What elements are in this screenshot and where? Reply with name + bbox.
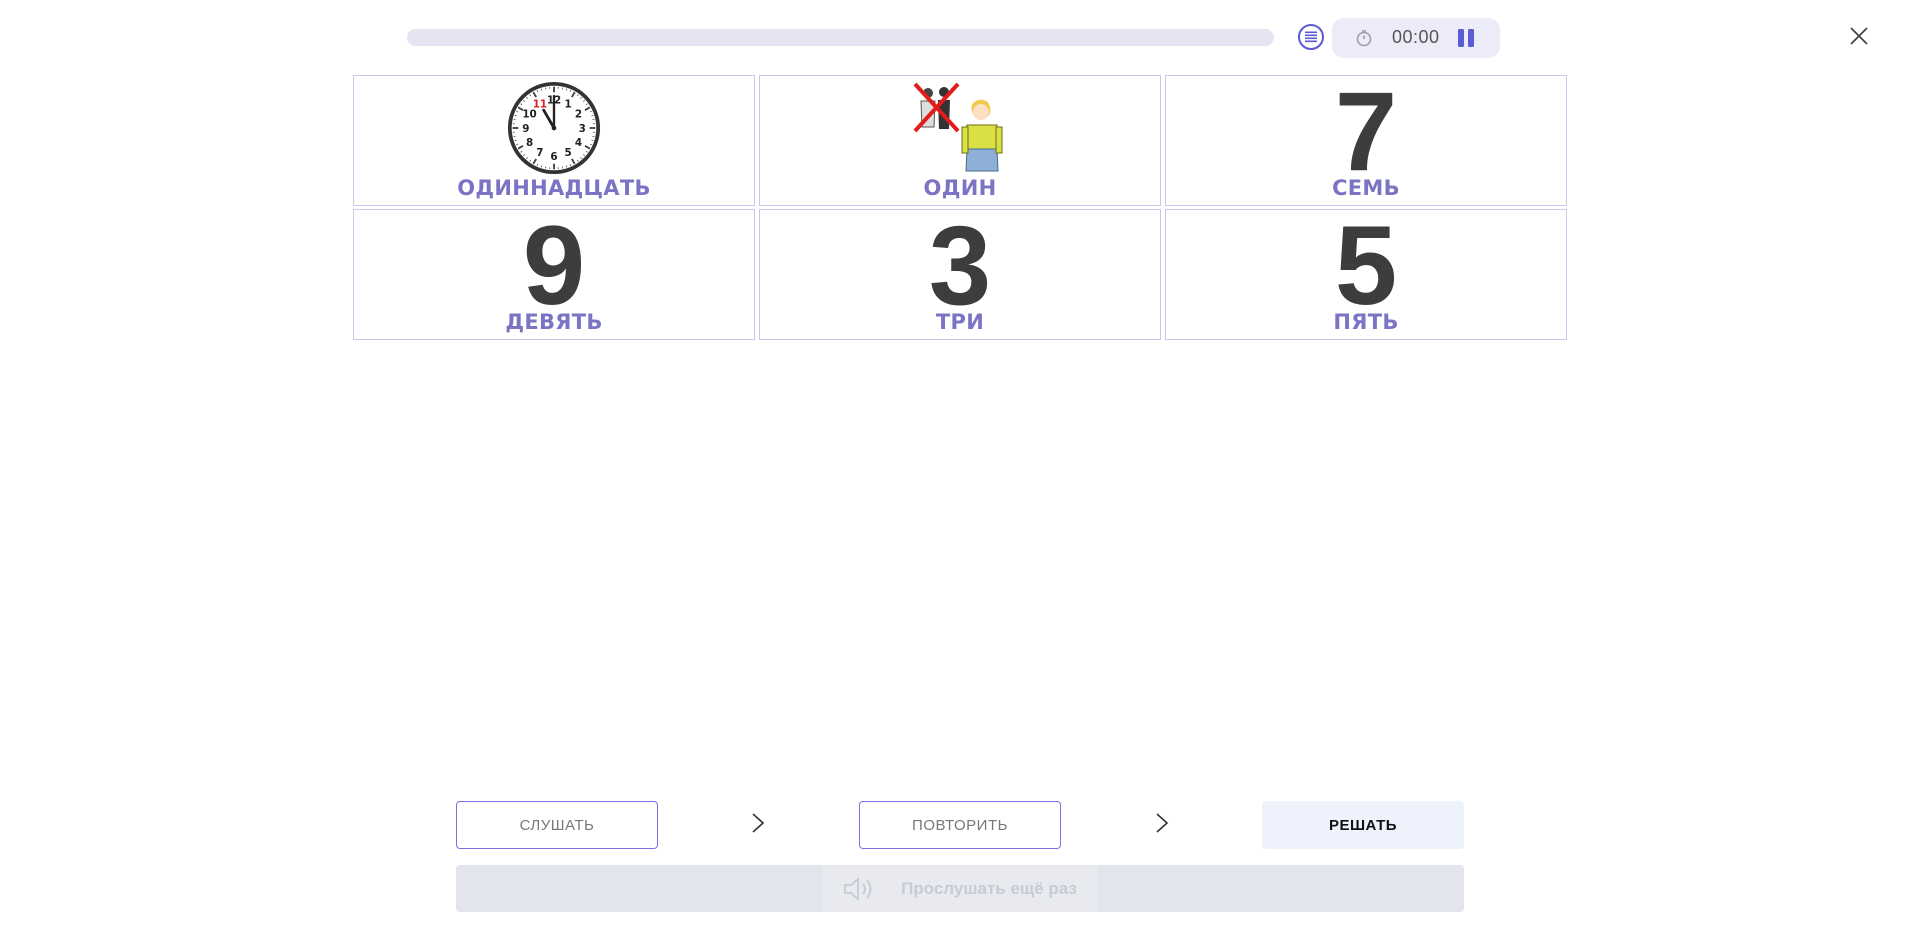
- card-label: ОДИННАДЦАТЬ: [457, 176, 651, 200]
- one-person-icon: [913, 82, 1003, 172]
- answer-card-5[interactable]: 3 ТРИ: [759, 209, 1161, 340]
- listen-again-button[interactable]: Прослушать ещё раз: [456, 865, 1464, 912]
- pause-icon-bar: [1468, 29, 1474, 47]
- list-icon: [1305, 31, 1317, 43]
- card-label: СЕМЬ: [1332, 176, 1400, 200]
- clock-number: 11: [533, 98, 547, 110]
- answer-card-3[interactable]: 7 СЕМЬ: [1165, 75, 1567, 206]
- clock-number: 10: [522, 109, 536, 121]
- card-label: ДЕВЯТЬ: [505, 310, 603, 334]
- stopwatch-icon: [1356, 30, 1372, 47]
- progress-bar: [407, 29, 1274, 46]
- listen-button[interactable]: СЛУШАТЬ: [456, 801, 658, 849]
- card-label: ТРИ: [935, 310, 985, 334]
- card-label: ОДИН: [923, 176, 997, 200]
- repeat-button[interactable]: ПОВТОРИТЬ: [859, 801, 1061, 849]
- card-visual: 9: [354, 210, 754, 322]
- clock-number: 8: [526, 137, 533, 149]
- clock-number: 3: [579, 123, 586, 135]
- answer-card-6[interactable]: 5 ПЯТЬ: [1165, 209, 1567, 340]
- close-icon[interactable]: [1848, 25, 1870, 47]
- clock-number: 1: [565, 98, 572, 110]
- couple-figure: [913, 82, 960, 133]
- card-visual: 121234567891011: [354, 80, 754, 176]
- card-digit: 3: [928, 203, 992, 328]
- clock-number: 4: [575, 137, 582, 149]
- clock-number: 9: [522, 123, 529, 135]
- clock-center: [551, 125, 557, 131]
- answer-card-2[interactable]: ОДИН: [759, 75, 1161, 206]
- clock-number: 7: [536, 147, 543, 159]
- pause-icon: [1458, 29, 1464, 47]
- chevron-right-icon: [752, 813, 765, 833]
- clock-eleven-icon: 121234567891011: [507, 81, 601, 175]
- speaker-icon: [844, 876, 872, 901]
- card-visual: [760, 80, 1160, 176]
- pause-button[interactable]: [1458, 29, 1476, 47]
- solve-button[interactable]: РЕШАТЬ: [1262, 801, 1464, 849]
- list-button[interactable]: [1298, 24, 1324, 50]
- card-visual: 7: [1166, 76, 1566, 188]
- single-person: [961, 99, 1003, 172]
- clock-number: 2: [575, 109, 582, 121]
- clock-number: 6: [550, 151, 557, 163]
- timer: 00:00: [1332, 18, 1500, 58]
- card-digit: 5: [1334, 203, 1398, 328]
- card-digit: 7: [1334, 69, 1398, 194]
- timer-value: 00:00: [1392, 27, 1440, 47]
- card-digit: 9: [522, 203, 586, 328]
- answer-grid: 121234567891011 ОДИННАДЦАТЬ: [353, 75, 1567, 342]
- clock-number: 5: [565, 147, 572, 159]
- answer-card-4[interactable]: 9 ДЕВЯТЬ: [353, 209, 755, 340]
- card-label: ПЯТЬ: [1333, 310, 1399, 334]
- chevron-right-icon: [1156, 813, 1169, 833]
- listen-again-label: Прослушать ещё раз: [901, 878, 1077, 898]
- card-visual: 5: [1166, 210, 1566, 322]
- answer-card-1[interactable]: 121234567891011 ОДИННАДЦАТЬ: [353, 75, 755, 206]
- card-visual: 3: [760, 210, 1160, 322]
- listen-again-content: Прослушать ещё раз: [823, 865, 1097, 912]
